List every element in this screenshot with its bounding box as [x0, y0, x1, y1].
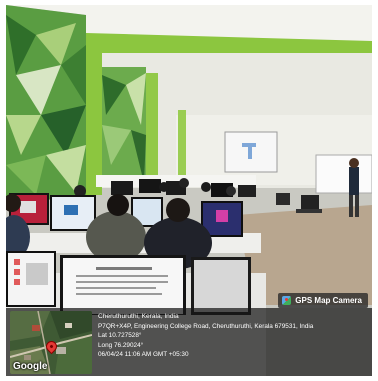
map-thumbnail: Google — [10, 311, 92, 374]
location-address: P7QR+X4P, Engineering College Road, Cher… — [98, 322, 314, 330]
location-latitude: Lat 10.727528° — [98, 332, 142, 340]
location-text: Cheruthuruthi, Kerala, India P7QR+X4P, E… — [98, 312, 370, 360]
location-datetime: 06/04/24 11:06 AM GMT +05:30 — [98, 351, 189, 359]
location-city: Cheruthuruthi, Kerala, India — [98, 313, 179, 320]
location-longitude: Long 76.29024° — [98, 341, 144, 349]
google-logo: Google — [13, 361, 48, 372]
location-info-panel: Google Cheruthuruthi, Kerala, India P7QR… — [6, 308, 372, 376]
gps-map-camera-badge: GPS Map Camera — [278, 293, 368, 308]
gps-badge-label: GPS Map Camera — [295, 296, 362, 305]
photo-frame: GPS Map Camera Google Cheruthuruthi, Ker… — [6, 5, 372, 376]
map-pin-icon — [282, 296, 292, 305]
